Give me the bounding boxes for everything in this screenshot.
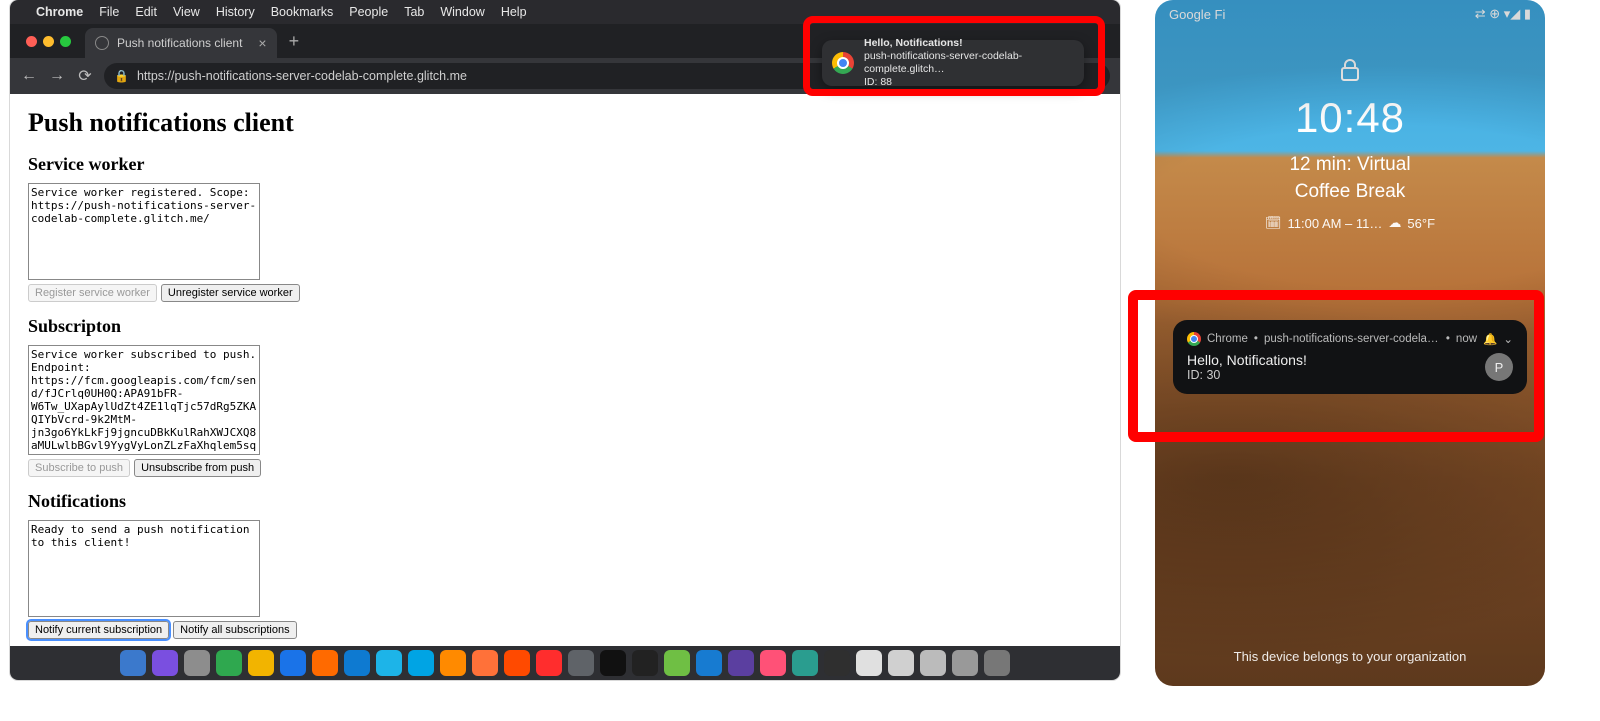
dock-app-icon[interactable]	[984, 650, 1010, 676]
dock-app-icon[interactable]	[376, 650, 402, 676]
subscription-textarea[interactable]	[28, 345, 260, 455]
dock-app-icon[interactable]	[600, 650, 626, 676]
register-sw-button: Register service worker	[28, 284, 157, 302]
browser-tab[interactable]: Push notifications client ×	[85, 28, 277, 58]
mac-dock	[10, 646, 1120, 680]
menu-tab[interactable]: Tab	[404, 5, 424, 19]
dock-app-icon[interactable]	[920, 650, 946, 676]
dock-app-icon[interactable]	[760, 650, 786, 676]
dock-app-icon[interactable]	[152, 650, 178, 676]
page-body: Push notifications client Service worker…	[10, 94, 1120, 646]
notify-all-button[interactable]: Notify all subscriptions	[173, 621, 296, 639]
calendar-icon: 🗓	[1265, 215, 1282, 231]
dock-app-icon[interactable]	[696, 650, 722, 676]
notifications-textarea[interactable]	[28, 520, 260, 617]
cloud-icon: ☁	[1388, 215, 1401, 231]
menu-history[interactable]: History	[216, 5, 255, 19]
notif-heading: Notifications	[28, 491, 1102, 512]
menu-view[interactable]: View	[173, 5, 200, 19]
dock-app-icon[interactable]	[824, 650, 850, 676]
reload-button[interactable]: ⟳	[76, 66, 94, 86]
android-statusbar: Google Fi ⇄ ⊕ ▾◢ ▮	[1155, 0, 1545, 28]
tab-title: Push notifications client	[117, 36, 242, 50]
mac-chrome-window: Chrome File Edit View History Bookmarks …	[10, 0, 1120, 680]
dock-app-icon[interactable]	[248, 650, 274, 676]
tab-close-icon[interactable]: ×	[258, 35, 266, 51]
menu-window[interactable]: Window	[440, 5, 484, 19]
page-title: Push notifications client	[28, 108, 1102, 138]
menu-file[interactable]: File	[99, 5, 119, 19]
window-controls	[18, 36, 79, 47]
dock-app-icon[interactable]	[344, 650, 370, 676]
highlight-box-desktop	[803, 16, 1105, 96]
sw-status-textarea[interactable]	[28, 183, 260, 280]
lock-icon	[1155, 58, 1545, 88]
lockscreen-weather: 🗓 11:00 AM – 11… ☁ 56°F	[1155, 215, 1545, 231]
forward-button[interactable]: →	[48, 67, 66, 85]
url-text: https://push-notifications-server-codela…	[137, 69, 467, 83]
status-icons: ⇄ ⊕ ▾◢ ▮	[1475, 6, 1531, 22]
new-tab-button[interactable]: +	[283, 31, 306, 52]
dock-app-icon[interactable]	[184, 650, 210, 676]
subscribe-button: Subscribe to push	[28, 459, 130, 477]
dock-app-icon[interactable]	[856, 650, 882, 676]
back-button[interactable]: ←	[20, 67, 38, 85]
dock-app-icon[interactable]	[216, 650, 242, 676]
unregister-sw-button[interactable]: Unregister service worker	[161, 284, 300, 302]
dock-app-icon[interactable]	[312, 650, 338, 676]
menu-bookmarks[interactable]: Bookmarks	[271, 5, 334, 19]
minimize-window-icon[interactable]	[43, 36, 54, 47]
dock-app-icon[interactable]	[568, 650, 594, 676]
dock-app-icon[interactable]	[952, 650, 978, 676]
menu-help[interactable]: Help	[501, 5, 527, 19]
dock-app-icon[interactable]	[472, 650, 498, 676]
dock-app-icon[interactable]	[440, 650, 466, 676]
weather-time: 11:00 AM – 11…	[1287, 216, 1382, 231]
notify-current-button[interactable]: Notify current subscription	[28, 621, 169, 639]
menu-edit[interactable]: Edit	[135, 5, 157, 19]
dock-app-icon[interactable]	[792, 650, 818, 676]
menubar-app[interactable]: Chrome	[36, 5, 83, 19]
lock-icon: 🔒	[114, 69, 129, 83]
lockscreen-time: 10:48	[1155, 94, 1545, 142]
weather-temp: 56°F	[1407, 216, 1435, 231]
menu-people[interactable]: People	[349, 5, 388, 19]
lockscreen-footer: This device belongs to your organization	[1155, 649, 1545, 664]
dock-app-icon[interactable]	[408, 650, 434, 676]
close-window-icon[interactable]	[26, 36, 37, 47]
highlight-box-mobile	[1128, 290, 1544, 442]
unsubscribe-button[interactable]: Unsubscribe from push	[134, 459, 261, 477]
dock-app-icon[interactable]	[120, 650, 146, 676]
dock-app-icon[interactable]	[664, 650, 690, 676]
dock-app-icon[interactable]	[632, 650, 658, 676]
dock-app-icon[interactable]	[888, 650, 914, 676]
sub-heading: Subscripton	[28, 316, 1102, 337]
dock-app-icon[interactable]	[536, 650, 562, 676]
dock-app-icon[interactable]	[504, 650, 530, 676]
dock-app-icon[interactable]	[280, 650, 306, 676]
carrier-label: Google Fi	[1169, 7, 1225, 22]
tab-favicon-icon	[95, 36, 109, 50]
sw-heading: Service worker	[28, 154, 1102, 175]
dock-app-icon[interactable]	[728, 650, 754, 676]
lockscreen-event: 12 min: Virtual Coffee Break	[1155, 152, 1545, 205]
maximize-window-icon[interactable]	[60, 36, 71, 47]
